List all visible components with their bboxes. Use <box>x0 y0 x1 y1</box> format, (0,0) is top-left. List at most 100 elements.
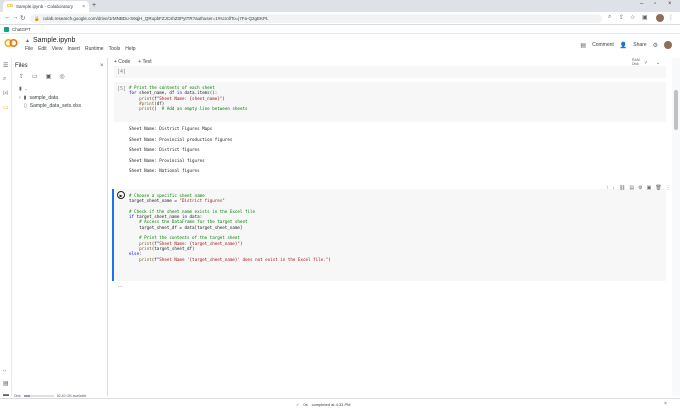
insert-toolbar: + Code + Text <box>114 59 152 65</box>
search-icon[interactable]: ⌕ <box>3 76 6 83</box>
menu-item-tools[interactable]: Tools <box>109 46 121 52</box>
settings-gear-icon[interactable]: ⚙ <box>653 42 658 49</box>
back-icon[interactable]: ← <box>4 14 11 21</box>
tab-close-icon[interactable]: × <box>82 4 85 10</box>
ram-disk-indicator[interactable]: RAM Disk <box>632 58 640 66</box>
execution-status: ✓ 0s completed at 4:33 PM <box>296 402 351 407</box>
lock-icon: 🔒 <box>34 15 40 21</box>
url-text: colab.research.google.com/drive/1rMNBDu-… <box>42 16 269 21</box>
notebook-title-text: Sample.ipynb <box>32 37 76 44</box>
sidebar-toggle-icon[interactable]: ▣ <box>642 14 648 21</box>
status-close-icon[interactable]: × <box>664 401 667 407</box>
chatgpt-icon <box>4 26 9 32</box>
colab-favicon-icon: co <box>7 3 13 9</box>
cell-toolbar: ↑ ↓ ⛓ ▤ ⚙ ▣ 🗑 ⋮ <box>606 185 671 191</box>
add-code-button[interactable]: + Code <box>114 59 130 65</box>
browser-profile-avatar[interactable] <box>656 14 664 22</box>
menu-item-edit[interactable]: Edit <box>38 46 47 52</box>
variables-icon[interactable]: {x} <box>3 90 8 95</box>
new-tab-button[interactable]: + <box>92 2 96 9</box>
move-down-icon[interactable]: ↓ <box>613 185 616 191</box>
menu-item-file[interactable]: File <box>25 46 33 52</box>
tree-item-xlsx[interactable]: ▯ Sample_data_sets.xlsx <box>24 103 81 109</box>
code-line: print(f"Sheet Name '{target_sheet_name}'… <box>139 256 331 262</box>
mirror-cell-icon[interactable]: ▣ <box>647 185 652 191</box>
cell-5-code[interactable]: # Print the contents of each sheet for sh… <box>129 85 248 111</box>
close-panel-icon[interactable]: × <box>100 63 104 69</box>
disk-bar <box>23 395 54 397</box>
drive-icon: ▲ <box>25 37 30 44</box>
file-icon: ▯ <box>24 103 27 109</box>
exec-count: [5] <box>117 86 127 92</box>
files-toolbar: ⇪ ▭ ▣ ◎ <box>19 73 65 80</box>
browser-tab[interactable]: co Sample.ipynb - Colaboratory × <box>3 1 89 12</box>
colab-logo-icon[interactable] <box>4 38 18 48</box>
notebook-title[interactable]: ▲ Sample.ipynb <box>25 37 75 44</box>
comment-button[interactable]: Comment <box>592 42 614 48</box>
chevron-right-icon: › <box>19 95 21 101</box>
code-snippets-icon[interactable]: ‹› <box>3 368 6 373</box>
tab-title: Sample.ipynb - Colaboratory <box>16 4 74 9</box>
menu-item-insert[interactable]: Insert <box>67 46 80 52</box>
delete-icon[interactable]: 🗑 <box>655 185 661 191</box>
tree-item-parent[interactable]: ▮ .. <box>19 86 28 92</box>
move-up-icon[interactable]: ↑ <box>606 185 609 191</box>
output-line: Sheet Name: District figures <box>129 147 200 152</box>
maximize-icon[interactable]: ▫ <box>654 1 656 7</box>
forward-icon[interactable]: → <box>12 14 19 21</box>
files-panel-title: Files <box>15 63 28 69</box>
table-of-contents-icon[interactable]: ☰ <box>3 62 8 69</box>
share-icon: 👤 <box>619 42 628 49</box>
bookmarks-bar: ChatGPT <box>0 25 680 34</box>
exec-count: [4] <box>117 69 127 75</box>
status-duration: 0s <box>303 402 308 407</box>
drive-mount-icon[interactable]: ▣ <box>46 73 52 80</box>
cell-6-code[interactable]: # Choose a specific sheet name target_she… <box>129 193 331 262</box>
minimize-icon[interactable]: – <box>640 1 643 7</box>
reload-icon[interactable]: ↻ <box>20 14 25 22</box>
menu-item-help[interactable]: Help <box>125 46 135 52</box>
output-line: Sheet Name: National figures <box>129 168 200 173</box>
hide-icon[interactable]: ◎ <box>59 73 64 80</box>
command-palette-icon[interactable]: ▤ <box>3 380 9 387</box>
status-text: completed at 4:33 PM <box>311 402 351 407</box>
menu-bar: File Edit View Insert Runtime Tools Help <box>25 46 136 52</box>
add-text-button[interactable]: + Text <box>138 59 151 65</box>
disk-bar-fill <box>23 395 31 397</box>
menu-item-view[interactable]: View <box>52 46 63 52</box>
output-line: Sheet Name: Provincial figures <box>129 157 205 163</box>
bookmark-chatgpt[interactable]: ChatGPT <box>12 27 31 32</box>
share-page-icon[interactable]: ⇪ <box>619 14 624 21</box>
cell-5-output: Sheet Name: District Figures Maps Sheet N… <box>129 126 232 179</box>
header-actions: ▤ Comment 👤 Share ⚙ <box>580 41 672 49</box>
output-line: Sheet Name: District Figures Maps <box>129 126 213 131</box>
selected-cell-indicator <box>112 189 114 281</box>
close-window-icon[interactable]: × <box>668 1 672 7</box>
code-cell-4[interactable] <box>114 66 666 78</box>
run-cell-button[interactable]: ▶ <box>117 191 125 199</box>
account-avatar[interactable] <box>664 41 672 49</box>
menu-item-runtime[interactable]: Runtime <box>85 46 104 52</box>
url-input[interactable]: 🔒 colab.research.google.com/drive/1rMNBD… <box>30 14 602 23</box>
share-button[interactable]: Share <box>633 42 646 48</box>
star-icon[interactable]: ☆ <box>630 14 635 21</box>
files-icon[interactable]: ▭ <box>3 104 9 111</box>
comment-cell-icon[interactable]: ▤ <box>629 185 634 191</box>
settings-cell-icon[interactable]: ⚙ <box>638 185 642 191</box>
more-options-icon[interactable]: ⋮ <box>666 185 671 191</box>
link-icon[interactable]: ⛓ <box>619 185 625 191</box>
comment-icon: ▤ <box>580 42 587 49</box>
tree-item-sample-data[interactable]: › ▮ sample_data <box>19 95 58 101</box>
scrollbar-thumb[interactable] <box>674 90 678 130</box>
tree-item-label: sample_data <box>29 95 59 101</box>
folder-icon: ▮ <box>19 86 22 92</box>
new-folder-icon[interactable]: ▭ <box>32 73 38 80</box>
tree-item-label: .. <box>24 86 28 92</box>
upload-icon[interactable]: ⇪ <box>19 73 24 80</box>
output-ellipsis[interactable]: ... <box>118 283 122 289</box>
browser-menu-icon[interactable]: ⋮ <box>668 14 674 21</box>
tree-item-label: Sample_data_sets.xlsx <box>29 103 82 109</box>
search-page-icon[interactable]: ⌕ <box>608 14 611 21</box>
code-line: print() # Add an empty line between shee… <box>139 106 248 112</box>
browser-tab-strip <box>0 0 680 12</box>
